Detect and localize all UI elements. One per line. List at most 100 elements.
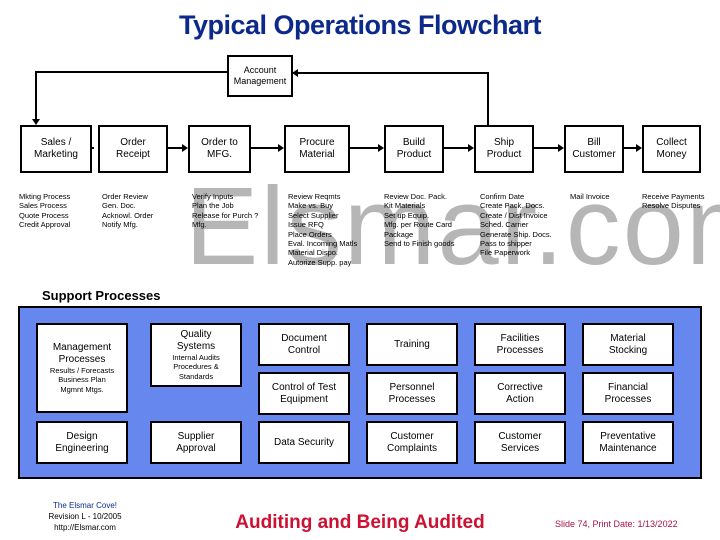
support-corrective-action: Corrective Action — [474, 372, 566, 415]
task-item: Pass to shipper — [480, 239, 532, 249]
task-item: Issue RFQ — [288, 220, 324, 230]
step-build-product: Build Product — [384, 125, 444, 173]
support-preventative-maintenance: Preventative Maintenance — [582, 421, 674, 464]
page-title: Typical Operations Flowchart — [178, 10, 542, 40]
task-item: Quote Process — [19, 210, 69, 220]
support-box-label: Management Processes — [52, 341, 112, 365]
connector — [624, 147, 636, 149]
task-item: Credit Approval — [19, 220, 71, 230]
task-item: Send to Finish goods — [384, 239, 455, 249]
task-item: Eval. Incoming Matls — [288, 239, 358, 249]
step-sales-marketing: Sales / Marketing — [20, 125, 92, 173]
support-box-detail: Results / Forecasts Business Plan Mgmnt … — [49, 365, 115, 394]
loop-line-right-horizontal — [292, 72, 489, 74]
support-design-engineering: Design Engineering — [36, 421, 128, 464]
account-management-box: Account Management — [227, 55, 293, 97]
arrow-right-icon — [468, 144, 474, 152]
task-item: Notify Mfg. — [102, 220, 138, 230]
support-box-label: Quality Systems — [176, 328, 216, 352]
step-procure-material: Procure Material — [284, 125, 350, 173]
task-item: Create Pack. Docs. — [480, 201, 545, 211]
footer-revision: Revision L - 10/2005 — [48, 512, 122, 521]
step-order-receipt: Order Receipt — [98, 125, 168, 173]
support-processes-heading: Support Processes — [42, 288, 161, 303]
task-item: Review Doc. Pack. — [384, 192, 447, 201]
task-item: Autorize Supp. pay — [288, 257, 352, 267]
support-management-processes: Management Processes Results / Forecasts… — [36, 323, 128, 413]
footer-cove: The Elsmar Cove! — [52, 501, 118, 510]
task-item: File Paperwork — [480, 248, 531, 258]
footer-credits: The Elsmar Cove! Revision L - 10/2005 ht… — [30, 500, 140, 533]
task-item: Order Review — [102, 192, 148, 201]
task-item: Make vs. Buy — [288, 201, 334, 211]
arrow-right-icon — [636, 144, 642, 152]
arrow-down-icon — [32, 119, 40, 125]
task-item: Set up Equip. — [384, 210, 430, 220]
task-item: Package — [384, 229, 414, 239]
support-training: Training — [366, 323, 458, 366]
step-collect-money: Collect Money — [642, 125, 701, 173]
task-item: Material Dispo. — [288, 248, 339, 258]
support-supplier-approval: Supplier Approval — [150, 421, 242, 464]
loop-line-left-vertical — [35, 71, 37, 119]
task-item: Select Supplier — [288, 210, 339, 220]
task-item: Sales Process — [19, 201, 67, 211]
arrow-right-icon — [378, 144, 384, 152]
tasks-bill-customer: Mail Invoice — [570, 192, 610, 201]
task-item: Mfg. per Route Card — [384, 220, 452, 230]
support-customer-complaints: Customer Complaints — [366, 421, 458, 464]
footer-url[interactable]: http://Elsmar.com — [30, 522, 140, 533]
task-item: Generate Ship. Docs. — [480, 229, 552, 239]
support-document-control: Document Control — [258, 323, 350, 366]
support-control-test-equipment: Control of Test Equipment — [258, 372, 350, 415]
tasks-procure-material: Review Reqmts Make vs. Buy Select Suppli… — [288, 192, 357, 267]
tasks-order-receipt: Order Review Gen. Doc. Acknowl. Order No… — [102, 192, 153, 230]
support-facilities-processes: Facilities Processes — [474, 323, 566, 366]
task-item: Review Reqmts — [288, 192, 341, 201]
task-item: Mkting Process — [19, 192, 71, 201]
task-item: Create / Dist Invoice — [480, 210, 548, 220]
task-item: Kit Materials — [384, 201, 426, 211]
support-box-detail: Internal Audits Procedures & Standards — [172, 352, 220, 381]
task-item: Mfg. — [192, 220, 207, 230]
arrow-right-icon — [558, 144, 564, 152]
task-item: Release for Purch ? — [192, 210, 259, 220]
support-processes-panel: Management Processes Results / Forecasts… — [18, 306, 702, 479]
connector — [168, 147, 182, 149]
support-personnel-processes: Personnel Processes — [366, 372, 458, 415]
task-item: Receive Payments — [642, 192, 705, 201]
task-item: Gen. Doc. — [102, 201, 136, 211]
loop-line-right-vertical — [487, 72, 489, 125]
task-item: Acknowl. Order — [102, 210, 154, 220]
support-financial-processes: Financial Processes — [582, 372, 674, 415]
tasks-order-to-mfg: Verify Inputs Plan the Job Release for P… — [192, 192, 258, 230]
connector — [251, 147, 278, 149]
arrow-left-icon — [292, 69, 298, 77]
connector — [350, 147, 378, 149]
task-item: Verify Inputs — [192, 192, 234, 201]
connector — [534, 147, 558, 149]
task-item: Place Orders — [288, 229, 332, 239]
arrow-right-icon — [182, 144, 188, 152]
support-customer-services: Customer Services — [474, 421, 566, 464]
task-item: Plan the Job — [192, 201, 234, 211]
support-data-security: Data Security — [258, 421, 350, 464]
support-material-stocking: Material Stocking — [582, 323, 674, 366]
step-order-to-mfg: Order to MFG. — [188, 125, 251, 173]
task-item: Sched. Carrier — [480, 220, 529, 230]
arrow-right-icon — [278, 144, 284, 152]
tasks-collect-money: Receive Payments Resolve Disputes — [642, 192, 705, 211]
loop-line-left-horizontal — [35, 71, 228, 73]
connector — [444, 147, 468, 149]
task-item: Mail Invoice — [570, 192, 610, 201]
step-ship-product: Ship Product — [474, 125, 534, 173]
tasks-sales-marketing: Mkting Process Sales Process Quote Proce… — [19, 192, 70, 230]
footer-presentation-title: Auditing and Being Audited — [235, 512, 485, 533]
support-quality-systems: Quality Systems Internal Audits Procedur… — [150, 323, 242, 387]
tasks-ship-product: Confirm Date Create Pack. Docs. Create /… — [480, 192, 552, 258]
task-item: Resolve Disputes — [642, 201, 701, 211]
tasks-build-product: Review Doc. Pack. Kit Materials Set up E… — [384, 192, 454, 248]
task-item: Confirm Date — [480, 192, 525, 201]
step-bill-customer: Bill Customer — [564, 125, 624, 173]
footer-slide-info: Slide 74, Print Date: 1/13/2022 — [555, 519, 678, 529]
